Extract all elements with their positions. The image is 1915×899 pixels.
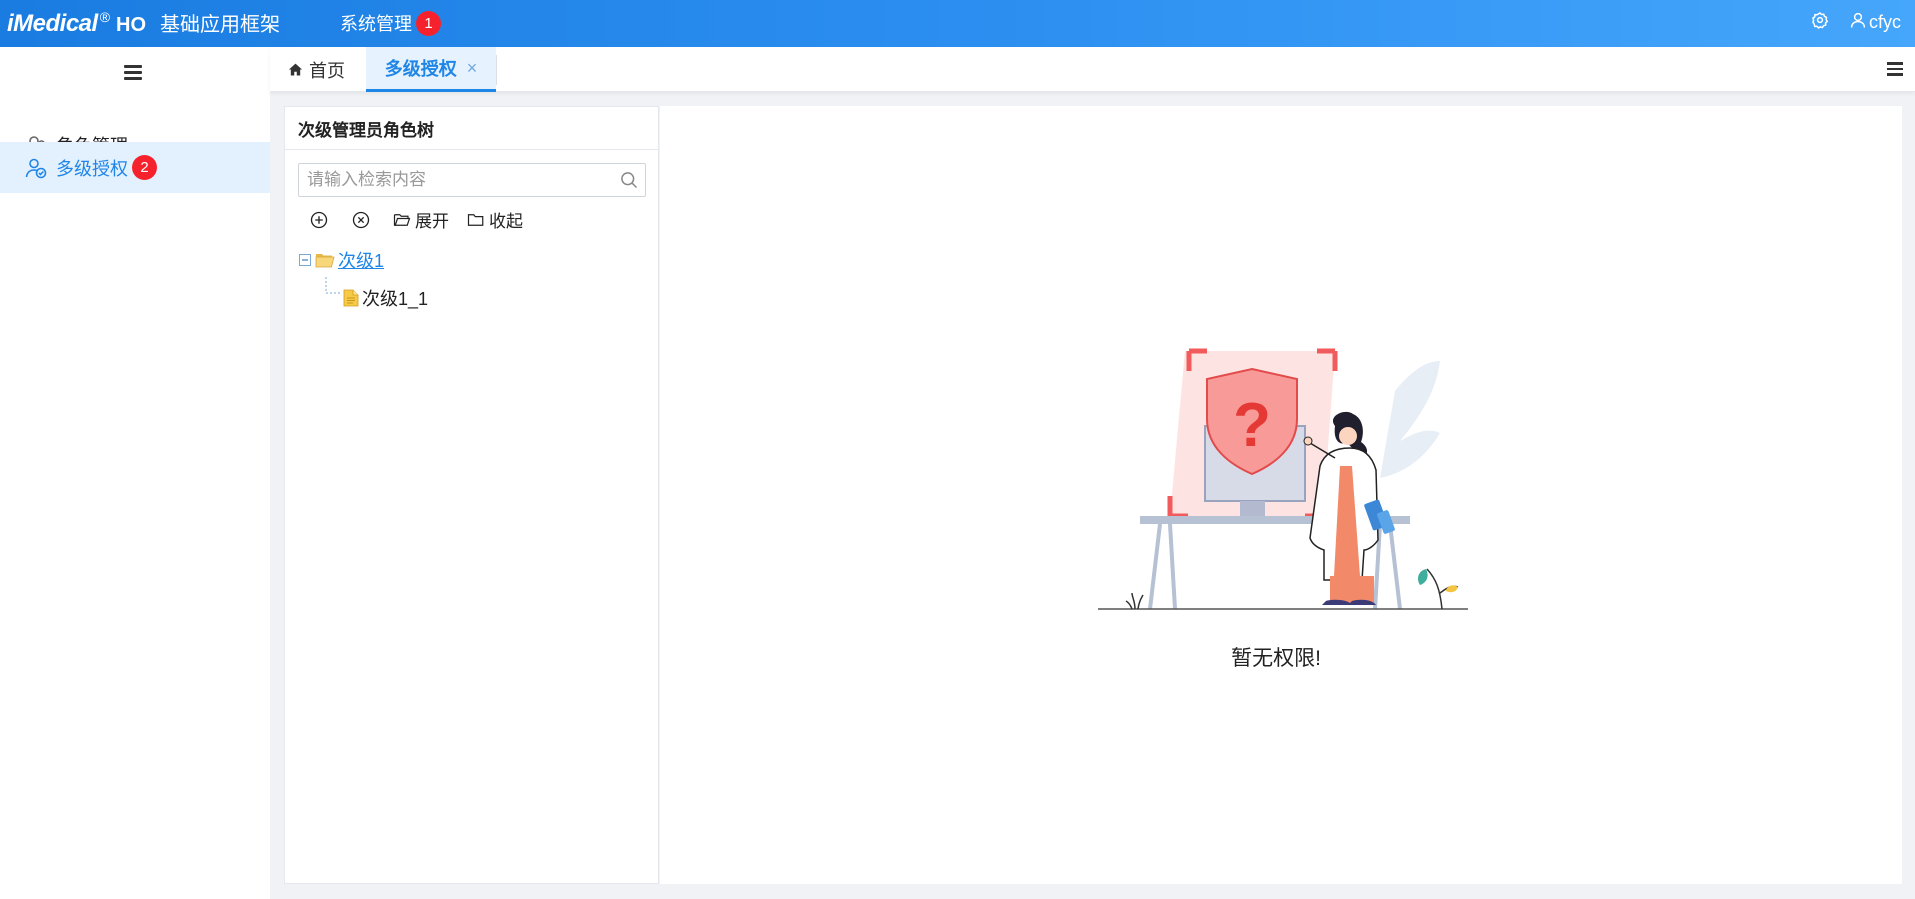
delete-node-button[interactable] [351,210,375,230]
tab-label: 首页 [309,60,345,81]
times-circle-icon [352,211,370,228]
folder-open-icon [315,254,335,268]
user-icon [1849,11,1867,34]
content-panel: ? 暂无权限! [660,106,1902,884]
multi-auth-icon [24,156,48,180]
username: cfyc [1868,12,1901,32]
no-permission-message: 暂无权限! [660,642,1902,672]
collapse-all-button[interactable]: 收起 [467,207,523,232]
collapse-label: 收起 [489,212,523,231]
app-title: 基础应用框架 [160,14,281,36]
settings-icon[interactable] [1811,11,1829,34]
folder-open-icon [393,213,411,226]
top-header: iMedical ® HO 基础应用框架 系统管理 1 cfyc [0,0,1915,47]
brand-logo: iMedical [7,10,98,37]
file-icon [343,289,359,307]
search-input[interactable] [299,165,619,195]
tab-multi-level-auth[interactable]: 多级授权 × [366,47,496,92]
add-node-button[interactable] [309,210,333,230]
tree-node-label[interactable]: 次级1 [338,247,384,273]
expand-label: 展开 [415,212,449,231]
brand-suffix: HO [116,14,147,36]
tab-label: 多级授权 [384,59,457,79]
close-icon[interactable]: × [467,58,478,79]
tree-toolbar: 展开 收起 [309,207,541,232]
user-menu[interactable]: cfyc [1849,11,1901,34]
svg-text:?: ? [1233,391,1271,460]
no-permission-illustration: ? [1098,348,1468,610]
expand-all-button[interactable]: 展开 [393,207,449,232]
tab-bar: 首页 多级授权 × [270,47,1915,92]
sidebar-item-badge: 2 [132,155,157,180]
panel-title: 次级管理员角色树 [285,107,658,150]
no-permission-text: 暂无权限! [1231,647,1321,670]
tree-node-label: 次级1_1 [362,289,429,309]
search-icon[interactable] [619,170,639,190]
sidebar-item-label: 多级授权 [56,158,128,179]
tree-collapse-icon[interactable] [299,254,311,266]
folder-icon [467,213,484,226]
top-nav-label: 系统管理 [340,14,412,34]
header-actions: cfyc [1811,11,1901,34]
tree-node-root[interactable]: 次级1 [299,247,384,273]
plus-circle-icon [310,211,328,228]
tree-node-child[interactable]: 次级1_1 [343,285,428,311]
top-nav-badge: 1 [416,10,441,36]
tab-home[interactable]: 首页 [288,47,345,92]
sidebar-toggle-icon[interactable] [124,65,142,80]
top-nav-system-management[interactable]: 系统管理 1 [340,10,441,36]
brand: iMedical ® HO 基础应用框架 [7,8,280,38]
tree-connector [325,277,340,294]
tab-divider [496,55,497,85]
sidebar-item-multi-level-auth[interactable]: 多级授权 2 [0,142,270,193]
home-icon [288,63,303,76]
search-box [298,163,646,197]
brand-registered-mark: ® [99,9,111,25]
tab-menu-icon[interactable] [1887,62,1903,76]
role-tree-panel: 次级管理员角色树 展开 [284,106,659,884]
sidebar: 角色管理 多级授权 2 [0,47,270,899]
